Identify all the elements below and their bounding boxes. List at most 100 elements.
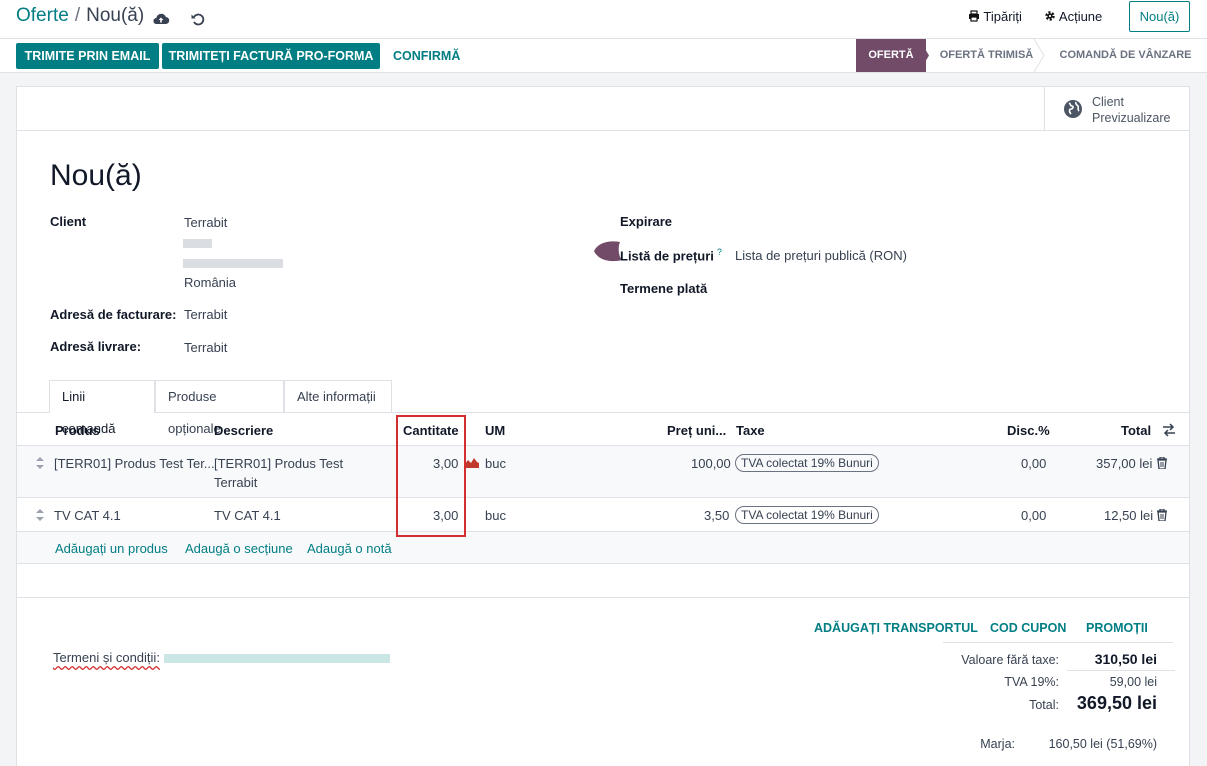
col-total-header[interactable]: Total: [1121, 423, 1151, 438]
row-description[interactable]: [TERR01] Produs Test Terrabit: [214, 454, 343, 492]
action-label: Acțiune: [1058, 9, 1103, 24]
terms-label: Termeni și condiții:: [53, 650, 160, 665]
table-row[interactable]: [TERR01] Produs Test Ter... [TERR01] Pro…: [17, 445, 1189, 497]
preview-line2: Previzualizare: [1092, 111, 1171, 125]
column-settings-icon[interactable]: [1162, 423, 1176, 437]
add-product-link[interactable]: Adăugați un produs: [55, 541, 168, 556]
vat-label: TVA 19%:: [1004, 675, 1059, 689]
total-divider: [1067, 670, 1175, 671]
send-email-button[interactable]: TRIMITE PRIN EMAIL: [16, 43, 159, 69]
forecast-chart-icon[interactable]: [465, 458, 479, 468]
print-label: Tipăriți: [983, 9, 1022, 24]
row-uom[interactable]: buc: [485, 506, 506, 525]
form-sheet: Client Previzualizare Nou(ă) Client Terr…: [16, 86, 1190, 766]
stage-sales-order[interactable]: COMANDĂ DE VÂNZARE: [1052, 39, 1199, 72]
row-total: 12,50 lei: [1104, 508, 1154, 523]
add-note-link[interactable]: Adaugă o notă: [307, 541, 392, 556]
delivery-address-label: Adresă livrare:: [50, 339, 142, 354]
col-price-header[interactable]: Preț uni...: [667, 423, 726, 438]
col-product-header[interactable]: Produs: [55, 423, 100, 438]
trash-icon[interactable]: [1157, 509, 1167, 521]
untaxed-value: 310,50 lei: [1094, 651, 1157, 667]
record-title: Nou(ă): [50, 159, 142, 192]
breadcrumb-separator: /: [74, 5, 81, 26]
help-tooltip-icon[interactable]: ?: [717, 247, 722, 257]
client-name[interactable]: Terrabit: [184, 215, 227, 230]
margin-value: 160,50 lei (51,69%): [1048, 737, 1157, 751]
row-unit-price[interactable]: 100,00: [691, 454, 731, 473]
stage-quotation-sent[interactable]: OFERTĂ TRIMISĂ: [934, 39, 1039, 72]
customer-preview-button[interactable]: Client Previzualizare: [1044, 87, 1189, 131]
tax-badge[interactable]: TVA colectat 19% Bunuri: [735, 506, 879, 524]
client-country: România: [184, 275, 237, 290]
invoice-address-label: Adresă de facturare:: [50, 307, 177, 322]
vat-value: 59,00 lei: [1109, 675, 1157, 689]
blurred-address-line: [183, 259, 283, 268]
delivery-address-field[interactable]: Terrabit: [184, 340, 227, 355]
payment-terms-label: Termene plată: [620, 281, 708, 296]
totals-divider: [943, 642, 1173, 643]
send-proforma-button[interactable]: TRIMITEȚI FACTURĂ PRO-FORMA: [162, 43, 380, 69]
print-icon: [969, 10, 979, 22]
table-row[interactable]: TV CAT 4.1 TV CAT 4.1 3,00 buc 3,50 TVA …: [17, 497, 1189, 531]
invoice-address-field[interactable]: Terrabit: [184, 307, 227, 322]
discard-undo-icon[interactable]: [189, 10, 207, 28]
breadcrumb-parent[interactable]: Oferte: [16, 5, 69, 26]
row-discount[interactable]: 0,00: [1021, 454, 1046, 473]
quantity-highlight-box: [396, 415, 466, 537]
total-value: 369,50 lei: [1076, 693, 1157, 713]
breadcrumb-current: Nou(ă): [86, 5, 145, 26]
row-product[interactable]: [TERR01] Produs Test Ter...: [54, 454, 215, 473]
row-discount[interactable]: 0,00: [1021, 506, 1046, 525]
add-shipping-button[interactable]: ADĂUGAȚI TRANSPORTUL: [814, 621, 978, 635]
pricelist-field[interactable]: Lista de prețuri publică (RON): [735, 248, 907, 263]
stage-quotation[interactable]: OFERTĂ: [856, 39, 926, 72]
row-description-line2: Terrabit: [214, 475, 258, 490]
cloud-upload-icon[interactable]: [152, 10, 170, 28]
col-uom-header[interactable]: UM: [485, 423, 505, 438]
tab-order-lines[interactable]: Linii comandă: [49, 380, 155, 436]
pricelist-label-text: Listă de prețuri: [620, 248, 714, 264]
promotions-button[interactable]: PROMOȚII: [1086, 621, 1148, 635]
add-section-link[interactable]: Adaugă o secțiune: [185, 541, 293, 556]
blurred-address-line: [183, 239, 212, 248]
preview-line1: Client: [1092, 95, 1124, 109]
tax-badge[interactable]: TVA colectat 19% Bunuri: [735, 454, 879, 472]
breadcrumb: Oferte / Nou(ă): [16, 5, 144, 27]
control-panel: Oferte / Nou(ă) Tipăriți Acțiune Nou(ă): [0, 0, 1207, 39]
active-tab-gap: [50, 412, 154, 413]
drag-handle-icon[interactable]: [36, 509, 44, 521]
gear-icon: [1045, 11, 1055, 21]
untaxed-label: Valoare fără taxe:: [961, 653, 1059, 667]
col-taxes-header[interactable]: Taxe: [736, 423, 765, 438]
row-description-line1: [TERR01] Produs Test: [214, 456, 344, 471]
confirm-button[interactable]: CONFIRMĂ: [385, 43, 468, 69]
col-description-header[interactable]: Descriere: [214, 423, 273, 438]
pricelist-label: Listă de prețuri?: [620, 247, 722, 263]
record-pager-button[interactable]: Nou(ă): [1129, 1, 1190, 32]
coupon-code-button[interactable]: COD CUPON: [990, 621, 1066, 635]
trash-icon[interactable]: [1157, 457, 1167, 469]
row-uom[interactable]: buc: [485, 454, 506, 473]
globe-icon: [1064, 100, 1082, 118]
expiry-label: Expirare: [620, 214, 673, 229]
smart-button-box: Client Previzualizare: [17, 87, 1189, 131]
total-label: Total:: [1029, 698, 1059, 712]
action-button[interactable]: Acțiune: [1044, 9, 1102, 24]
print-button[interactable]: Tipăriți: [968, 9, 1022, 24]
tab-optional-products[interactable]: Produse opționale: [155, 380, 284, 436]
col-discount-header[interactable]: Disc.%: [1007, 423, 1050, 438]
margin-label: Marja:: [980, 737, 1015, 751]
blurred-terms-text[interactable]: [164, 654, 390, 663]
row-product[interactable]: TV CAT 4.1: [54, 506, 121, 525]
footer-divider: [17, 597, 1189, 598]
tab-divider: [17, 412, 1189, 413]
row-unit-price[interactable]: 3,50: [704, 506, 729, 525]
tab-other-info[interactable]: Alte informații: [284, 380, 392, 412]
row-total: 357,00 lei: [1096, 456, 1153, 471]
status-bar: TRIMITE PRIN EMAIL TRIMITEȚI FACTURĂ PRO…: [0, 39, 1207, 73]
client-label: Client: [50, 214, 87, 229]
row-description[interactable]: TV CAT 4.1: [214, 506, 281, 525]
drag-handle-icon[interactable]: [36, 457, 44, 469]
table-end-line: [17, 563, 1189, 564]
